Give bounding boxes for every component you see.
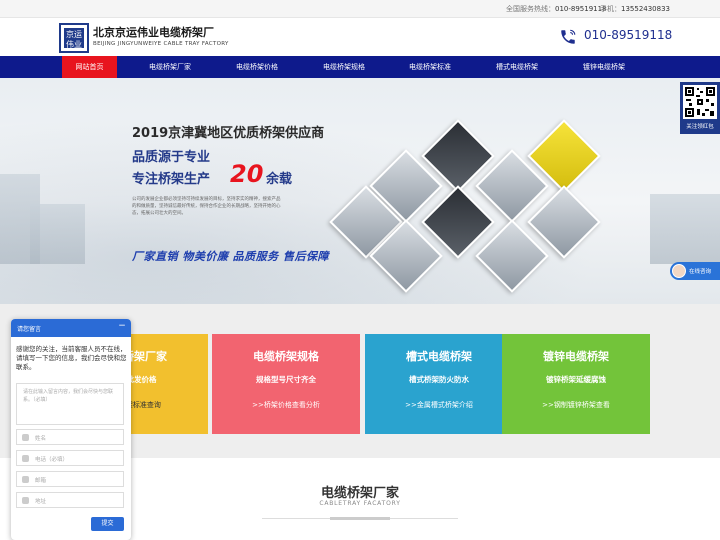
company-logo[interactable]: 京运伟业 bbox=[59, 23, 89, 53]
submit-button[interactable]: 提交 bbox=[91, 517, 124, 531]
qr-widget[interactable]: 关注领红包 bbox=[680, 82, 720, 134]
main-nav: 网站首页 电缆桥架厂家 电缆桥架价格 电缆桥架规格 电缆桥架标准 槽式电缆桥架 … bbox=[0, 56, 720, 78]
building-graphic bbox=[650, 194, 720, 264]
feature-card-link[interactable]: >>桥架价格查看分析 bbox=[212, 400, 360, 410]
section-divider-accent bbox=[330, 517, 390, 520]
agent-avatar-icon bbox=[672, 264, 686, 278]
nav-item-galvanized[interactable]: 镀锌电缆桥架 bbox=[571, 56, 637, 78]
banner-slogan: 厂家直销 物美价廉 品质服务 售后保障 bbox=[132, 250, 329, 263]
top-bar: 全国服务热线：010-89519118 手机：13552430833 bbox=[0, 0, 720, 18]
company-name-en: BEIJING JINGYUNWEIYE CABLE TRAY FACTORY bbox=[93, 41, 229, 47]
online-chat-label: 在线咨询 bbox=[689, 269, 712, 275]
banner-line2: 专注桥架生产 bbox=[132, 172, 211, 187]
message-popup-title: 请您留言 bbox=[17, 326, 42, 333]
feature-card-link[interactable]: >>钢制镀锌桥架查看 bbox=[502, 400, 650, 410]
feature-card-link[interactable]: >>金属槽式桥架介绍 bbox=[365, 400, 513, 410]
banner-description: 公司的发展企业都必须坚持可持续发展的目标，坚持求实的精神，搜索产品的和做质量，坚… bbox=[132, 197, 281, 216]
banner-line2-suffix: 余载 bbox=[266, 172, 293, 187]
email-field[interactable]: 邮箱 bbox=[16, 471, 124, 487]
name-field[interactable]: 姓名 bbox=[16, 429, 124, 445]
mail-icon bbox=[22, 476, 29, 483]
online-chat-button[interactable]: 在线咨询 bbox=[670, 262, 720, 280]
feature-card-trough[interactable]: 槽式电缆桥架 槽式桥架防火防水 >>金属槽式桥架介绍 bbox=[365, 334, 513, 434]
address-field-placeholder: 地址 bbox=[35, 499, 47, 505]
building-graphic bbox=[30, 204, 85, 264]
message-textarea[interactable]: 请在此输入留言内容，我们会尽快与您联系。（必填） bbox=[16, 383, 124, 425]
minimize-icon[interactable]: − bbox=[117, 322, 127, 332]
header-phone-number[interactable]: 010-89519118 bbox=[584, 28, 672, 42]
banner-title: 2019京津冀地区优质桥架供应商 bbox=[132, 126, 325, 141]
nav-item-home[interactable]: 网站首页 bbox=[62, 56, 117, 78]
qr-code-icon bbox=[683, 85, 717, 119]
phone-icon bbox=[561, 29, 576, 44]
feature-card-title: 槽式电缆桥架 bbox=[406, 350, 472, 363]
nav-item-standard[interactable]: 电缆桥架标准 bbox=[397, 56, 463, 78]
message-popup: 请您留言 − 感谢您的关注，当前客服人员不在线，请填写一下您的信息，我们会尽快和… bbox=[11, 319, 131, 540]
feature-card-title: 电缆桥架规格 bbox=[253, 350, 319, 363]
company-name: 北京京运伟业电缆桥架厂 bbox=[93, 26, 214, 39]
mobile-label: 手机： bbox=[600, 5, 621, 13]
nav-item-price[interactable]: 电缆桥架价格 bbox=[224, 56, 290, 78]
phone-field-placeholder: 电话（必填） bbox=[35, 457, 69, 463]
mobile-number[interactable]: 13552430833 bbox=[621, 5, 670, 13]
nav-item-specification[interactable]: 电缆桥架规格 bbox=[311, 56, 377, 78]
mobile-text: 手机：13552430833 bbox=[600, 4, 670, 14]
message-popup-header[interactable]: 请您留言 − bbox=[11, 319, 131, 337]
hero-banner[interactable]: 2019京津冀地区优质桥架供应商 品质源于专业 专注桥架生产 20 余载 公司的… bbox=[0, 78, 720, 304]
nav-item-manufacturer[interactable]: 电缆桥架厂家 bbox=[137, 56, 203, 78]
feature-card-title: 镀锌电缆桥架 bbox=[543, 350, 609, 363]
name-field-placeholder: 姓名 bbox=[35, 436, 47, 442]
banner-highlight-number: 20 bbox=[230, 160, 264, 188]
feature-card-specification[interactable]: 电缆桥架规格 规格型号尺寸齐全 >>桥架价格查看分析 bbox=[212, 334, 360, 434]
hotline-number[interactable]: 010-89519118 bbox=[555, 5, 607, 13]
email-field-placeholder: 邮箱 bbox=[35, 478, 47, 484]
hotline-label: 全国服务热线： bbox=[506, 5, 555, 13]
qr-label: 关注领红包 bbox=[686, 124, 714, 130]
phone-icon bbox=[22, 455, 29, 462]
nav-item-trough[interactable]: 槽式电缆桥架 bbox=[484, 56, 550, 78]
address-field[interactable]: 地址 bbox=[16, 492, 124, 508]
location-icon bbox=[22, 497, 29, 504]
feature-card-galvanized[interactable]: 镀锌电缆桥架 镀锌桥架延缓腐蚀 >>钢制镀锌桥架查看 bbox=[502, 334, 650, 434]
hotline-text: 全国服务热线：010-89519118 bbox=[506, 4, 607, 14]
logo-text: 京运伟业 bbox=[64, 28, 84, 49]
banner-line1: 品质源于专业 bbox=[132, 150, 211, 165]
feature-card-subtitle: 规格型号尺寸齐全 bbox=[256, 375, 316, 384]
phone-field[interactable]: 电话（必填） bbox=[16, 450, 124, 466]
site-header: 京运伟业 北京京运伟业电缆桥架厂 BEIJING JINGYUNWEIYE CA… bbox=[0, 18, 720, 56]
message-popup-notice: 感谢您的关注，当前客服人员不在线，请填写一下您的信息，我们会尽快和您联系。 bbox=[16, 345, 127, 371]
feature-card-subtitle: 镀锌桥架延缓腐蚀 bbox=[546, 375, 606, 384]
user-icon bbox=[22, 434, 29, 441]
feature-card-subtitle: 槽式桥架防火防水 bbox=[409, 375, 469, 384]
